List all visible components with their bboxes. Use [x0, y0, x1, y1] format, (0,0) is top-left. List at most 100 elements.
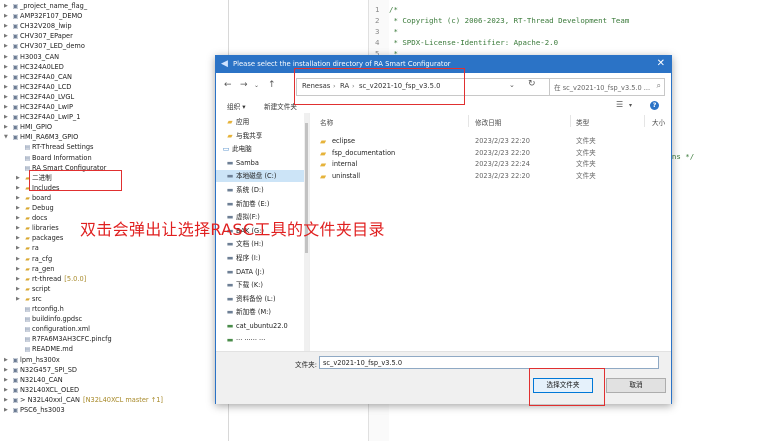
- column-header-type[interactable]: 类型: [576, 117, 589, 127]
- nav-item[interactable]: ▬ cat_ubuntu22.0: [216, 320, 309, 332]
- tree-item[interactable]: ▶ ▣ CH32V208_lwip: [4, 22, 72, 31]
- column-divider[interactable]: [468, 115, 469, 127]
- tree-item[interactable]: ▶ ▰ ra_gen: [16, 265, 54, 274]
- tree-item[interactable]: ▶ ▣ HMI_GPIO: [4, 123, 52, 132]
- forward-arrow-icon[interactable]: →: [240, 80, 248, 90]
- column-header-name[interactable]: 名称: [320, 117, 333, 127]
- chevron-right-icon[interactable]: ▶: [4, 386, 11, 395]
- chevron-right-icon[interactable]: ▶: [4, 42, 11, 51]
- chevron-right-icon[interactable]: ▶: [4, 22, 11, 31]
- chevron-right-icon[interactable]: ▶: [16, 295, 23, 304]
- nav-item[interactable]: ▬ 文档 (H:): [216, 238, 309, 250]
- nav-item[interactable]: ▬ ··· ······ ···: [216, 334, 309, 346]
- chevron-down-icon[interactable]: ⌄: [254, 82, 259, 89]
- chevron-right-icon[interactable]: ▶: [16, 275, 23, 284]
- tree-item[interactable]: ▶ ▣ HC32F4A0_LVGL: [4, 93, 74, 102]
- new-folder-button[interactable]: 新建文件夹: [264, 101, 297, 111]
- column-divider[interactable]: [644, 115, 645, 127]
- tree-item[interactable]: ▶ ▣ HC32F4A0_LwIP: [4, 103, 73, 112]
- tree-item[interactable]: ▶ ▰ rt-thread [5.0.0]: [16, 275, 86, 284]
- tree-item[interactable]: ▶ ▰ packages: [16, 234, 63, 243]
- close-icon[interactable]: ✕: [657, 58, 665, 69]
- tree-item[interactable]: ▶ ▰ board: [16, 194, 51, 203]
- column-divider[interactable]: [570, 115, 571, 127]
- nav-item[interactable]: ▰ 与我共享: [216, 130, 309, 142]
- cancel-button[interactable]: 取消: [606, 378, 666, 393]
- tree-item[interactable]: ▶ ▣ PSC6_hs3003: [4, 406, 65, 415]
- chevron-right-icon[interactable]: ▶: [4, 83, 11, 92]
- chevron-right-icon[interactable]: ▶: [4, 406, 11, 415]
- chevron-right-icon[interactable]: ▶: [4, 12, 11, 21]
- search-input[interactable]: 在 sc_v2021-10_fsp_v3.5.0 ... ⌕: [549, 78, 665, 96]
- chevron-right-icon[interactable]: ▶: [4, 73, 11, 82]
- chevron-right-icon[interactable]: ▶: [4, 2, 11, 11]
- view-dropdown-icon[interactable]: ▾: [629, 102, 632, 109]
- refresh-icon[interactable]: ↻: [528, 79, 536, 89]
- chevron-right-icon[interactable]: ▶: [16, 174, 23, 183]
- chevron-down-icon[interactable]: ▼: [4, 133, 11, 142]
- tree-item[interactable]: ▤ rtconfig.h: [16, 305, 64, 314]
- chevron-right-icon[interactable]: ▶: [16, 234, 23, 243]
- code-line[interactable]: 4 * SPDX-License-Identifier: Apache-2.0: [375, 37, 558, 48]
- chevron-right-icon[interactable]: ▶: [4, 123, 11, 132]
- code-line[interactable]: 3 *: [375, 26, 398, 37]
- chevron-right-icon[interactable]: ▶: [4, 376, 11, 385]
- chevron-right-icon[interactable]: ▶: [4, 103, 11, 112]
- chevron-right-icon[interactable]: ▶: [4, 32, 11, 41]
- tree-item[interactable]: ▶ ▣ HC32F4A0_LwIP_1: [4, 113, 80, 122]
- chevron-right-icon[interactable]: ▶: [4, 93, 11, 102]
- nav-item[interactable]: ▬ 程序 (I:): [216, 252, 309, 264]
- nav-item[interactable]: ▬ 下载 (K:): [216, 279, 309, 291]
- tree-item[interactable]: ▤ configuration.xml: [16, 325, 90, 334]
- chevron-right-icon[interactable]: ▶: [16, 255, 23, 264]
- file-row[interactable]: ▰ uninstall 2023/2/23 22:20 文件夹: [312, 171, 671, 182]
- nav-item[interactable]: ▬ 新加卷 (E:): [216, 198, 309, 210]
- address-dropdown-icon[interactable]: ⌄: [509, 81, 515, 89]
- chevron-right-icon[interactable]: ▶: [4, 396, 11, 405]
- chevron-right-icon[interactable]: ▶: [16, 224, 23, 233]
- organize-menu[interactable]: 组织 ▾: [227, 101, 246, 111]
- file-row[interactable]: ▰ internal 2023/2/23 22:24 文件夹: [312, 159, 671, 170]
- tree-item[interactable]: ▶ ▣ _project_name_flag_: [4, 2, 87, 11]
- column-header-size[interactable]: 大小: [652, 117, 665, 127]
- tree-item[interactable]: ▶ ▣ HC32F4A0_CAN: [4, 73, 72, 82]
- tree-item[interactable]: ▶ ▣ H3003_CAN: [4, 53, 59, 62]
- tree-item[interactable]: ▶ ▣ > N32L40xxl_CAN [N32L40XCL master ↑1]: [4, 396, 163, 405]
- file-row[interactable]: ▰ eclipse 2023/2/23 22:20 文件夹: [312, 136, 671, 147]
- chevron-right-icon[interactable]: ▶: [16, 204, 23, 213]
- nav-item[interactable]: ▬ 新加卷 (M:): [216, 306, 309, 318]
- chevron-right-icon[interactable]: ▶: [4, 63, 11, 72]
- back-arrow-icon[interactable]: ←: [224, 80, 232, 90]
- tree-item[interactable]: ▤ RT-Thread Settings: [16, 143, 94, 152]
- tree-item[interactable]: ▼ ▣ HMI_RA6M3_GPIO: [4, 133, 78, 142]
- chevron-right-icon[interactable]: ▶: [4, 113, 11, 122]
- tree-item[interactable]: ▶ ▰ ra: [16, 244, 39, 253]
- tree-item[interactable]: ▶ ▣ CHV307_LED_demo: [4, 42, 85, 51]
- nav-item[interactable]: ▬ 本地磁盘 (C:): [216, 170, 309, 183]
- tree-item[interactable]: ▤ buildinfo.gpdsc: [16, 315, 83, 324]
- tree-item[interactable]: ▶ ▣ HC32F4A0_LCD: [4, 83, 71, 92]
- chevron-right-icon[interactable]: ▶: [16, 214, 23, 223]
- chevron-right-icon[interactable]: ▶: [16, 285, 23, 294]
- tree-item[interactable]: ▤ README.md: [16, 345, 73, 354]
- tree-item[interactable]: ▶ ▰ Debug: [16, 204, 54, 213]
- chevron-right-icon[interactable]: ▶: [16, 194, 23, 203]
- tree-item[interactable]: ▶ ▣ HC324A0LED: [4, 63, 64, 72]
- folder-name-input[interactable]: [319, 356, 659, 369]
- view-options-icon[interactable]: ☰: [616, 100, 623, 109]
- tree-item[interactable]: ▤ R7FA6M3AH3CFC.pincfg: [16, 335, 112, 344]
- tree-item[interactable]: ▶ ▣ N32G457_SPI_SD: [4, 366, 77, 375]
- tree-item[interactable]: ▶ ▣ N32L40_CAN: [4, 376, 63, 385]
- tree-item[interactable]: ▶ ▰ docs: [16, 214, 47, 223]
- code-line[interactable]: 1 /*: [375, 4, 398, 15]
- chevron-right-icon[interactable]: ▶: [4, 53, 11, 62]
- tree-item[interactable]: ▶ ▣ N32L40XCL_OLED: [4, 386, 79, 395]
- file-row[interactable]: ▰ fsp_documentation 2023/2/23 22:20 文件夹: [312, 148, 671, 159]
- code-line[interactable]: 2 * Copyright (c) 2006-2023, RT-Thread D…: [375, 15, 629, 26]
- tree-item[interactable]: ▶ ▰ script: [16, 285, 50, 294]
- chevron-right-icon[interactable]: ▶: [16, 265, 23, 274]
- up-arrow-icon[interactable]: ↑: [268, 80, 276, 90]
- tree-item[interactable]: ▶ ▰ ra_cfg: [16, 255, 52, 264]
- nav-item[interactable]: ▬ 系统 (D:): [216, 184, 309, 196]
- nav-item[interactable]: ▬ Samba: [216, 157, 309, 169]
